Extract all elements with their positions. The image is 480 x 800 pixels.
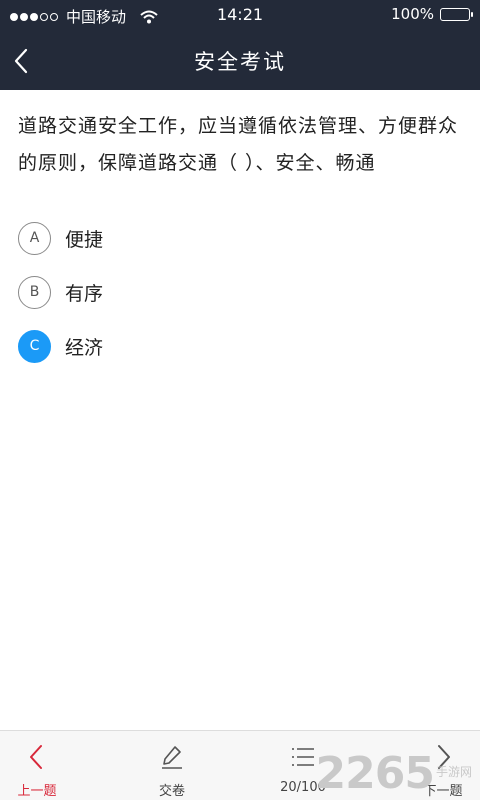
next-question-button[interactable]: 下一题 — [398, 731, 480, 800]
bottom-toolbar: 上一题 交卷 20/100 下一题 2265 手游网 — [0, 730, 480, 800]
answer-options: A 便捷 B 有序 C 经济 — [18, 211, 458, 373]
list-icon — [292, 748, 314, 766]
option-letter-circle: B — [18, 275, 51, 309]
status-right: 100% — [391, 5, 473, 23]
option-letter-circle: C — [18, 329, 51, 363]
chevron-right-icon — [438, 745, 450, 769]
option-text: 便捷 — [65, 228, 104, 251]
option-c[interactable]: C 经济 — [18, 319, 458, 373]
option-text: 有序 — [65, 282, 104, 305]
question-list-button[interactable]: 20/100 — [258, 731, 348, 800]
option-text: 经济 — [65, 336, 104, 359]
next-question-label: 下一题 — [423, 784, 463, 799]
page-title: 安全考试 — [194, 50, 286, 74]
submit-exam-label: 交卷 — [158, 784, 185, 799]
submit-exam-button[interactable]: 交卷 — [127, 731, 217, 800]
battery-percent: 100% — [391, 5, 434, 23]
pencil-icon — [162, 746, 182, 769]
battery-icon — [440, 7, 473, 21]
question-text: 道路交通安全工作，应当遵循依法管理、方便群众的原则，保障道路交通（ ）、安全、畅… — [18, 115, 459, 174]
back-button[interactable] — [10, 46, 36, 76]
status-bar: 中国移动 14:21 100% — [0, 0, 480, 32]
chevron-left-icon — [30, 745, 42, 769]
nav-bar: 安全考试 — [0, 32, 480, 90]
progress-label: 20/100 — [280, 780, 326, 795]
option-letter-circle: A — [18, 221, 51, 255]
chevron-left-icon — [14, 48, 28, 74]
option-b[interactable]: B 有序 — [18, 265, 458, 319]
option-a[interactable]: A 便捷 — [18, 211, 458, 265]
previous-question-label: 上一题 — [17, 784, 57, 799]
previous-question-button[interactable]: 上一题 — [0, 731, 82, 800]
